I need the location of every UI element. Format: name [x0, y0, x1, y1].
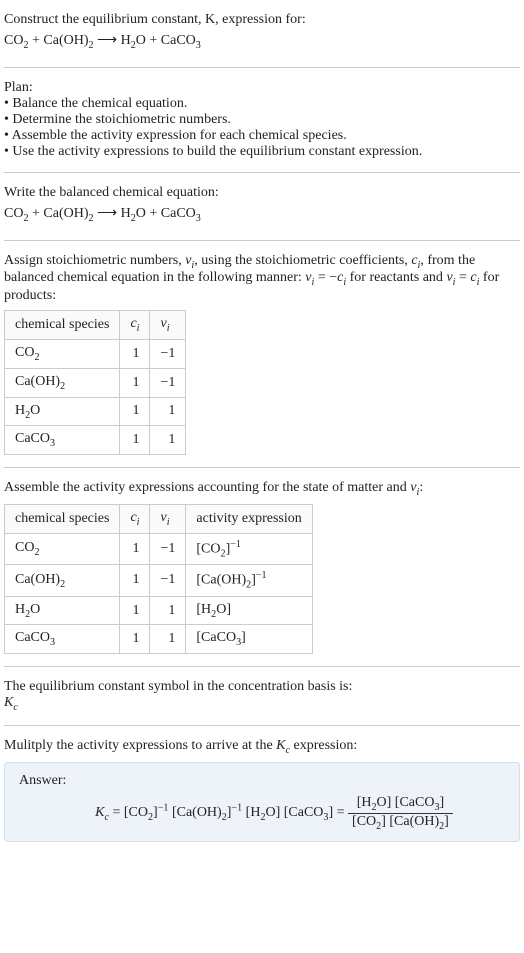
balanced-equation: CO2 + Ca(OH)2 ⟶ H2O + CaCO3	[4, 205, 520, 224]
table-header-row: chemical species ci νi	[5, 311, 186, 340]
intro-equation: CO2 + Ca(OH)2 ⟶ H2O + CaCO3	[4, 32, 520, 51]
balanced-label: Write the balanced chemical equation:	[4, 185, 520, 201]
cell-species: CO2	[5, 533, 120, 564]
cell-activity: [Ca(OH)2]−1	[186, 565, 312, 596]
cell-vi: 1	[150, 596, 186, 625]
answer-label: Answer:	[19, 773, 505, 789]
cell-ci: 1	[120, 368, 150, 397]
answer-box: Answer: Kc = [CO2]−1 [Ca(OH)2]−1 [H2O] […	[4, 762, 520, 843]
answer-numerator: [H2O] [CaCO3]	[348, 795, 453, 814]
cell-species: Ca(OH)2	[5, 565, 120, 596]
col-activity: activity expression	[186, 504, 312, 533]
table-row: H2O 1 1 [H2O]	[5, 596, 313, 625]
cell-species: Ca(OH)2	[5, 368, 120, 397]
cell-ci: 1	[120, 339, 150, 368]
cell-species: H2O	[5, 397, 120, 426]
table-row: CO2 1 −1 [CO2]−1	[5, 533, 313, 564]
cell-activity: [CaCO3]	[186, 625, 312, 654]
col-vi: νi	[150, 504, 186, 533]
cell-ci: 1	[120, 565, 150, 596]
divider	[4, 172, 520, 173]
cell-species: H2O	[5, 596, 120, 625]
cell-vi: 1	[150, 426, 186, 455]
intro-prompt: Construct the equilibrium constant, K, e…	[4, 12, 520, 28]
table-row: CO2 1 −1	[5, 339, 186, 368]
cell-vi: −1	[150, 565, 186, 596]
table-row: CaCO3 1 1	[5, 426, 186, 455]
intro-section: Construct the equilibrium constant, K, e…	[4, 8, 520, 59]
cell-species: CaCO3	[5, 426, 120, 455]
table-row: Ca(OH)2 1 −1	[5, 368, 186, 397]
multiply-section: Mulitply the activity expressions to arr…	[4, 734, 520, 846]
kc-symbol: Kc	[4, 695, 520, 713]
col-species: chemical species	[5, 504, 120, 533]
cell-ci: 1	[120, 426, 150, 455]
table-row: CaCO3 1 1 [CaCO3]	[5, 625, 313, 654]
cell-species: CaCO3	[5, 625, 120, 654]
divider	[4, 725, 520, 726]
stoich-section: Assign stoichiometric numbers, νi, using…	[4, 249, 520, 460]
divider	[4, 240, 520, 241]
plan-label: Plan:	[4, 80, 520, 96]
cell-activity: [H2O]	[186, 596, 312, 625]
cell-vi: −1	[150, 368, 186, 397]
col-ci: ci	[120, 311, 150, 340]
cell-vi: 1	[150, 625, 186, 654]
answer-expression: Kc = [CO2]−1 [Ca(OH)2]−1 [H2O] [CaCO3] =…	[19, 795, 505, 832]
table-row: Ca(OH)2 1 −1 [Ca(OH)2]−1	[5, 565, 313, 596]
table-header-row: chemical species ci νi activity expressi…	[5, 504, 313, 533]
plan-item: • Determine the stoichiometric numbers.	[4, 112, 520, 128]
answer-fraction: [H2O] [CaCO3] [CO2] [Ca(OH)2]	[348, 795, 453, 832]
kc-symbol-section: The equilibrium constant symbol in the c…	[4, 675, 520, 717]
answer-lhs: Kc = [CO2]−1 [Ca(OH)2]−1 [H2O] [CaCO3] =	[95, 805, 348, 820]
col-vi: νi	[150, 311, 186, 340]
plan-item: • Assemble the activity expression for e…	[4, 128, 520, 144]
activity-section: Assemble the activity expressions accoun…	[4, 476, 520, 658]
cell-ci: 1	[120, 397, 150, 426]
col-species: chemical species	[5, 311, 120, 340]
divider	[4, 666, 520, 667]
cell-ci: 1	[120, 596, 150, 625]
cell-ci: 1	[120, 625, 150, 654]
stoich-table: chemical species ci νi CO2 1 −1 Ca(OH)2 …	[4, 310, 186, 455]
activity-intro: Assemble the activity expressions accoun…	[4, 480, 520, 498]
cell-vi: 1	[150, 397, 186, 426]
activity-table: chemical species ci νi activity expressi…	[4, 504, 313, 654]
cell-vi: −1	[150, 533, 186, 564]
stoich-intro: Assign stoichiometric numbers, νi, using…	[4, 253, 520, 305]
intro-prompt-text: Construct the equilibrium constant, K, e…	[4, 12, 306, 27]
plan-item: • Use the activity expressions to build …	[4, 144, 520, 160]
cell-ci: 1	[120, 533, 150, 564]
plan-section: Plan: • Balance the chemical equation. •…	[4, 76, 520, 164]
cell-species: CO2	[5, 339, 120, 368]
col-ci: ci	[120, 504, 150, 533]
kc-symbol-label: The equilibrium constant symbol in the c…	[4, 679, 520, 695]
cell-vi: −1	[150, 339, 186, 368]
answer-denominator: [CO2] [Ca(OH)2]	[348, 814, 453, 832]
cell-activity: [CO2]−1	[186, 533, 312, 564]
divider	[4, 467, 520, 468]
balanced-section: Write the balanced chemical equation: CO…	[4, 181, 520, 232]
divider	[4, 67, 520, 68]
table-row: H2O 1 1	[5, 397, 186, 426]
plan-item: • Balance the chemical equation.	[4, 96, 520, 112]
multiply-label: Mulitply the activity expressions to arr…	[4, 738, 520, 756]
